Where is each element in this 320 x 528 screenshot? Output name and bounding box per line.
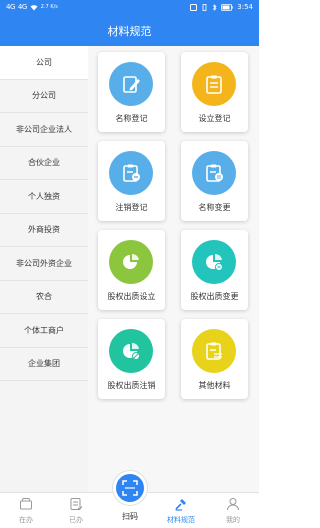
category-individual-business[interactable]: 个体工商户 [0,314,88,348]
category-label: 公司 [36,57,52,67]
done-doc-icon [70,498,83,511]
inbox-icon [20,498,32,510]
category-label: 非公司外资企业 [16,258,72,268]
scan-label: 扫码 [122,512,138,521]
scan-button[interactable] [113,471,147,505]
card-equity-pledge-establish[interactable]: 股权出质设立 [98,230,165,310]
category-label: 分公司 [32,91,56,101]
wifi-icon [30,4,38,10]
card-name-registration[interactable]: 名称登记 [98,52,165,132]
category-cooperative[interactable]: 农合 [0,280,88,314]
card-other-materials[interactable]: 其他材料 [181,319,248,399]
nav-label: 材料规范 [167,516,195,524]
nav-label: 我的 [226,516,240,524]
status-time: 3:54 [237,3,253,11]
category-label: 个体工商户 [24,325,64,335]
category-label: 合伙企业 [28,158,60,168]
category-enterprise-group[interactable]: 企业集团 [0,347,88,381]
category-partnership[interactable]: 合伙企业 [0,146,88,180]
net-speed: 2.7 K/s [40,3,58,10]
card-label: 名称变更 [198,203,231,212]
nav-in-progress[interactable]: 在办 [6,495,46,528]
status-bar: 4G 4G 2.7 K/s 3:54 [0,0,259,16]
category-label: 企业集团 [28,359,60,369]
card-label: 其他材料 [198,381,231,390]
page-title: 材料规范 [107,25,152,38]
category-sidebar: 公司 分公司 非公司企业法人 合伙企业 个人独资 外商投资 非公司外资企业 农合… [0,46,88,492]
category-foreign-investment[interactable]: 外商投资 [0,213,88,247]
card-label: 名称登记 [115,114,148,123]
nav-mine[interactable]: 我的 [213,495,253,528]
nav-label: 在办 [19,516,33,524]
card-equity-pledge-cancel[interactable]: 股权出质注销 [98,319,165,399]
equity-pledge-cancel-icon [109,329,153,373]
card-label: 注销登记 [115,203,148,212]
card-name-change[interactable]: 名称变更 [181,141,248,221]
material-grid: 名称登记 设立登记 注销登记 名称变更 股权出质设立 股权出质变更 股权出质注销… [88,46,259,492]
category-label: 个人独资 [28,191,60,201]
card-equity-pledge-change[interactable]: 股权出质变更 [181,230,248,310]
category-non-company-foreign[interactable]: 非公司外资企业 [0,247,88,281]
signal-indicator-2: 4G [17,3,27,11]
establishment-registration-icon [192,62,236,106]
card-establishment-registration[interactable]: 设立登记 [181,52,248,132]
name-change-icon [192,151,236,195]
other-materials-icon [192,329,236,373]
nav-label: 已办 [69,516,83,524]
vibrate-icon [202,3,207,11]
bluetooth-icon [213,3,217,11]
category-company[interactable]: 公司 [0,46,88,80]
category-label: 外商投资 [28,225,60,235]
cancellation-registration-icon [109,151,153,195]
nav-done[interactable]: 已办 [56,495,96,528]
category-non-company-legal[interactable]: 非公司企业法人 [0,113,88,147]
material-norm-icon [175,499,186,511]
battery-icon [221,3,233,11]
equity-pledge-establish-icon [109,240,153,284]
nav-material-norm[interactable]: 材料规范 [161,495,201,528]
name-registration-icon [109,62,153,106]
signal-indicator: 4G [6,3,15,11]
nfc-icon [190,3,198,11]
app-header: 4G 4G 2.7 K/s 3:54 材料规范 [0,0,259,46]
card-cancellation-registration[interactable]: 注销登记 [98,141,165,221]
category-branch[interactable]: 分公司 [0,79,88,113]
scan-icon [122,480,138,496]
card-label: 股权出质设立 [107,292,156,301]
equity-pledge-change-icon [192,240,236,284]
category-label: 农合 [36,292,52,302]
card-label: 股权出质变更 [190,292,239,301]
category-label: 非公司企业法人 [16,124,72,134]
user-icon [227,498,239,511]
card-label: 股权出质注销 [107,381,156,390]
category-sole-proprietorship[interactable]: 个人独资 [0,180,88,214]
card-label: 设立登记 [198,114,231,123]
